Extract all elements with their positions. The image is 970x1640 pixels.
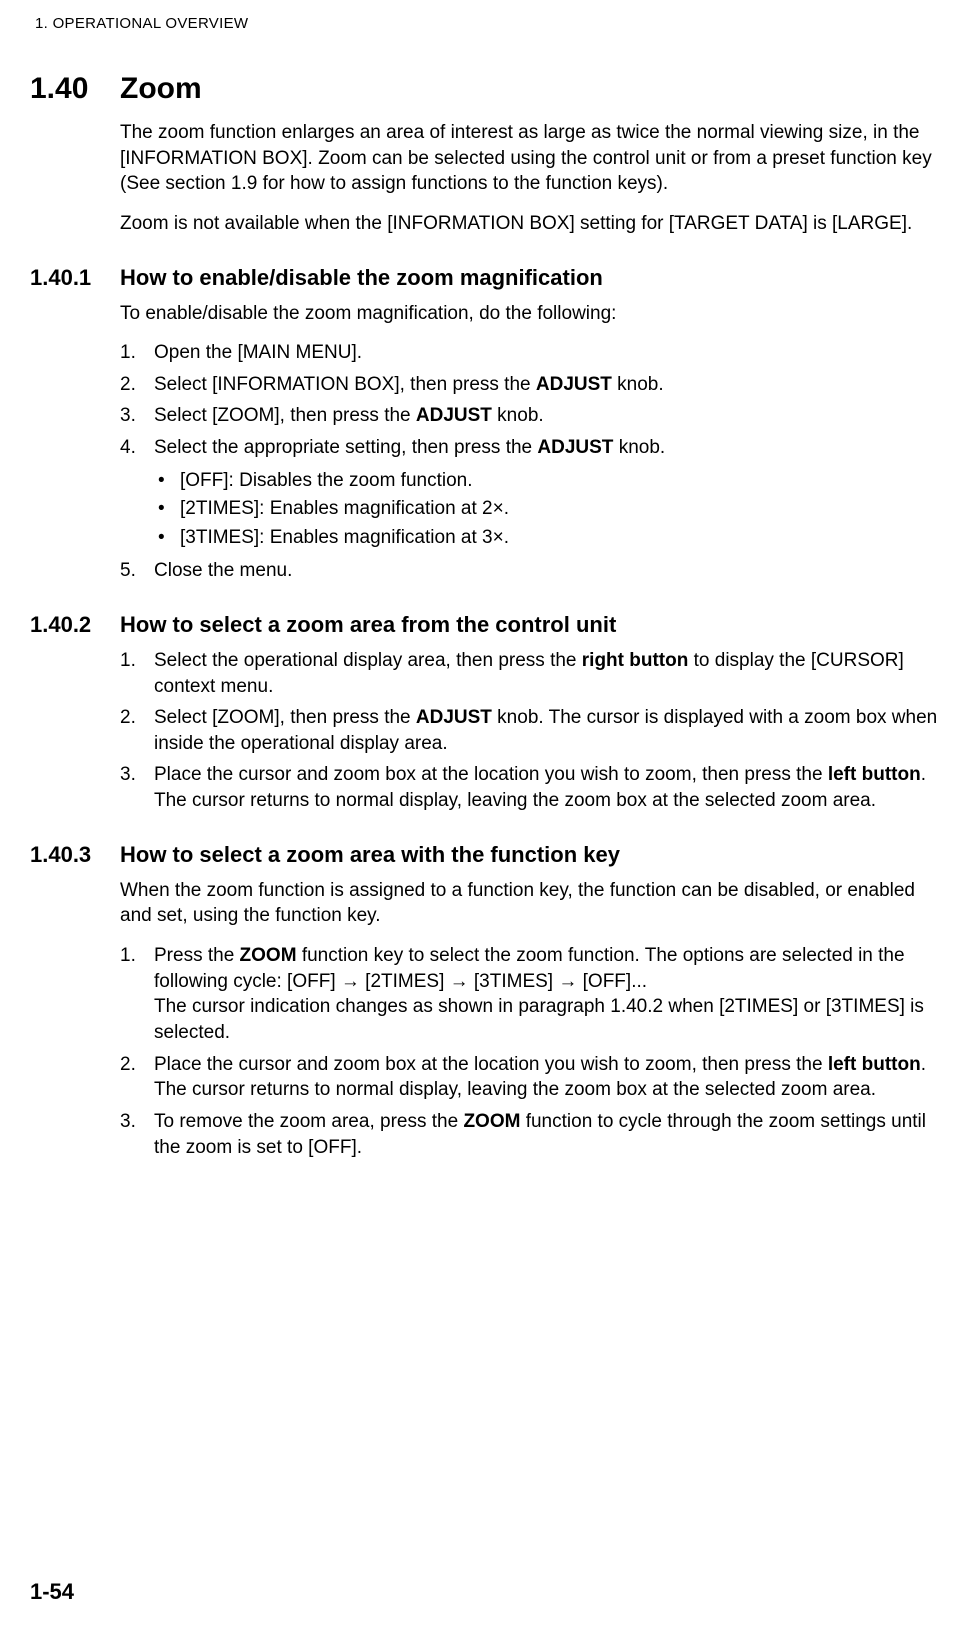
- list-item-text: To remove the zoom area, press the ZOOM …: [154, 1109, 940, 1160]
- list-item-text: Select the operational display area, the…: [154, 648, 940, 699]
- list-item: Select the appropriate setting, then pre…: [120, 435, 940, 552]
- list-item-text: Open the [MAIN MENU].: [154, 340, 940, 366]
- list-item-text: Place the cursor and zoom box at the loc…: [154, 762, 940, 813]
- list-item: Press the ZOOM function key to select th…: [120, 943, 940, 1046]
- ordered-list: Select the operational display area, the…: [120, 648, 940, 814]
- list-item: Open the [MAIN MENU].: [120, 340, 940, 366]
- list-item: Place the cursor and zoom box at the loc…: [120, 1052, 940, 1103]
- list-item-text: Press the ZOOM function key to select th…: [154, 943, 940, 1046]
- subsection-heading: 1.40.3 How to select a zoom area with th…: [30, 842, 940, 868]
- list-item-text: Place the cursor and zoom box at the loc…: [154, 1052, 940, 1103]
- list-item: Place the cursor and zoom box at the loc…: [120, 762, 940, 813]
- subsection-number: 1.40.1: [30, 265, 120, 291]
- bullet-list: [OFF]: Disables the zoom function. [2TIM…: [154, 467, 940, 553]
- subsection-number: 1.40.3: [30, 842, 120, 868]
- ordered-list: Open the [MAIN MENU]. Select [INFORMATIO…: [120, 340, 940, 584]
- subsection-title: How to select a zoom area from the contr…: [120, 612, 616, 638]
- subsection-title: How to select a zoom area with the funct…: [120, 842, 620, 868]
- bullet-item: [OFF]: Disables the zoom function.: [154, 467, 940, 496]
- list-item: Select [INFORMATION BOX], then press the…: [120, 372, 940, 398]
- list-item-text: Select [ZOOM], then press the ADJUST kno…: [154, 705, 940, 756]
- subsection-intro: When the zoom function is assigned to a …: [120, 878, 940, 929]
- page-header: 1. OPERATIONAL OVERVIEW: [35, 15, 940, 32]
- list-item: Select [ZOOM], then press the ADJUST kno…: [120, 403, 940, 429]
- bullet-item: [3TIMES]: Enables magnification at 3×.: [154, 524, 940, 553]
- list-item-text: Select [ZOOM], then press the ADJUST kno…: [154, 403, 940, 429]
- list-item: Select the operational display area, the…: [120, 648, 940, 699]
- section-number: 1.40: [30, 72, 120, 106]
- subsection-title: How to enable/disable the zoom magnifica…: [120, 265, 603, 291]
- ordered-list: Press the ZOOM function key to select th…: [120, 943, 940, 1160]
- list-item: Close the menu.: [120, 558, 940, 584]
- subsection-intro: To enable/disable the zoom magnification…: [120, 301, 940, 327]
- subsection-heading: 1.40.1 How to enable/disable the zoom ma…: [30, 265, 940, 291]
- subsection-number: 1.40.2: [30, 612, 120, 638]
- section-intro-1: The zoom function enlarges an area of in…: [120, 120, 940, 197]
- section-intro-2: Zoom is not available when the [INFORMAT…: [120, 211, 940, 237]
- section-title: Zoom: [120, 72, 202, 106]
- bullet-item: [2TIMES]: Enables magnification at 2×.: [154, 495, 940, 524]
- page-number: 1-54: [30, 1579, 74, 1605]
- list-item: Select [ZOOM], then press the ADJUST kno…: [120, 705, 940, 756]
- list-item: To remove the zoom area, press the ZOOM …: [120, 1109, 940, 1160]
- list-item-text: Close the menu.: [154, 558, 940, 584]
- list-item-text: Select the appropriate setting, then pre…: [154, 435, 940, 552]
- list-item-text: Select [INFORMATION BOX], then press the…: [154, 372, 940, 398]
- section-heading: 1.40 Zoom: [30, 72, 940, 106]
- subsection-heading: 1.40.2 How to select a zoom area from th…: [30, 612, 940, 638]
